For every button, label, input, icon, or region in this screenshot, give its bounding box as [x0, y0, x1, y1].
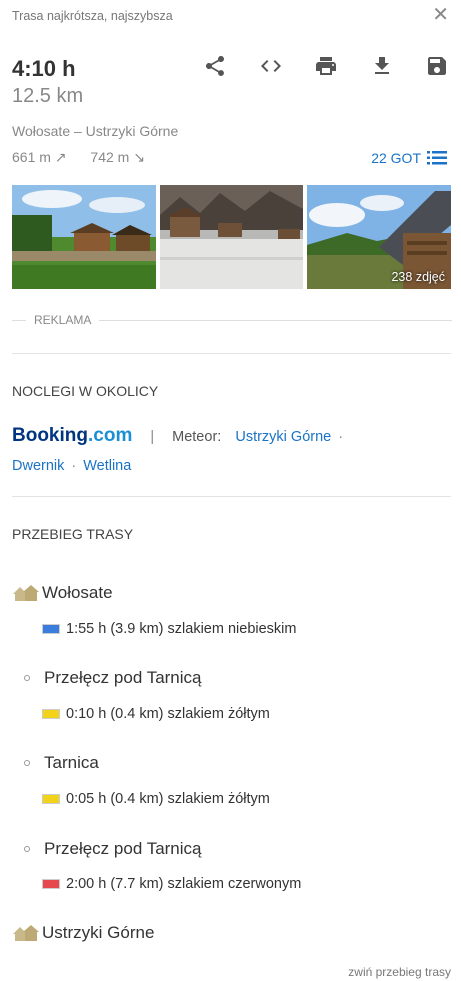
route-title: PRZEBIEG TRASY: [12, 526, 134, 542]
route-time: 4:10 h: [12, 56, 76, 81]
trail-color-yellow: [42, 709, 60, 719]
descent-value: 742 m ↘: [90, 149, 145, 165]
link-ustrzyki-gorne[interactable]: Ustrzyki Górne: [235, 429, 331, 445]
trail-color-blue: [42, 624, 60, 634]
elevation-stats: 661 m ↗ 742 m ↘: [12, 149, 165, 166]
trail-color-yellow: [42, 794, 60, 804]
ad-label-row: REKLAMA: [12, 313, 452, 327]
photo-thumbnail-1[interactable]: [12, 185, 156, 289]
lodging-title: NOCLEGI W OKOLICY: [12, 383, 159, 399]
photo-thumbnail-2[interactable]: [160, 185, 303, 289]
trail-segment-4: 2:00 h (7.7 km) szlakiem czerwonym: [42, 876, 301, 892]
meteor-label: Meteor:: [172, 429, 222, 445]
collapse-route-link[interactable]: zwiń przebieg trasy: [348, 965, 451, 979]
waypoint-tarnica[interactable]: Tarnica: [12, 753, 99, 773]
route-distance: 12.5 km: [12, 85, 84, 107]
embed-code-icon[interactable]: [259, 54, 283, 78]
waypoint-wolosate[interactable]: Wołosate: [12, 583, 113, 603]
ad-label: REKLAMA: [34, 313, 92, 327]
divider: [12, 496, 451, 497]
got-points-label: 22 GOT: [371, 150, 421, 166]
save-icon[interactable]: [425, 54, 449, 78]
lodging-links: Booking.com | Meteor: Ustrzyki Górne · Dwer…: [12, 425, 344, 474]
booking-link[interactable]: Booking.com: [12, 425, 132, 446]
share-icon[interactable]: [203, 54, 227, 78]
waypoint-przelecz-pod-tarnica-2[interactable]: Przełęcz pod Tarnicą: [12, 839, 202, 859]
close-icon[interactable]: ✕: [432, 5, 449, 25]
waypoint-przelecz-pod-tarnica[interactable]: Przełęcz pod Tarnicą: [12, 668, 202, 688]
print-icon[interactable]: [314, 54, 338, 78]
photo-count: 238 zdjęć: [391, 270, 445, 284]
trail-segment-1: 1:55 h (3.9 km) szlakiem niebieskim: [42, 621, 296, 637]
link-dwernik[interactable]: Dwernik: [12, 458, 64, 474]
waypoint-marker-icon: [24, 760, 30, 766]
waypoint-ustrzyki-gorne[interactable]: Ustrzyki Górne: [12, 923, 154, 943]
waypoint-marker-icon: [24, 846, 30, 852]
list-icon: [427, 151, 447, 165]
waypoint-marker-icon: [24, 675, 30, 681]
link-wetlina[interactable]: Wetlina: [83, 458, 131, 474]
trail-segment-3: 0:05 h (0.4 km) szlakiem żółtym: [42, 791, 270, 807]
trail-color-red: [42, 879, 60, 889]
separator: |: [150, 429, 155, 445]
panel-title: Trasa najkrótsza, najszybsza: [12, 9, 173, 23]
got-points-link[interactable]: 22 GOT: [371, 150, 447, 166]
ascent-value: 661 m ↗: [12, 149, 67, 165]
divider: [12, 353, 451, 354]
trail-segment-2: 0:10 h (0.4 km) szlakiem żółtym: [42, 706, 270, 722]
download-icon[interactable]: [370, 54, 394, 78]
route-endpoints: Wołosate – Ustrzyki Górne: [12, 123, 179, 139]
shelter-icon: [13, 585, 39, 601]
photo-thumbnail-3[interactable]: 238 zdjęć: [307, 185, 451, 289]
shelter-icon: [13, 925, 39, 941]
